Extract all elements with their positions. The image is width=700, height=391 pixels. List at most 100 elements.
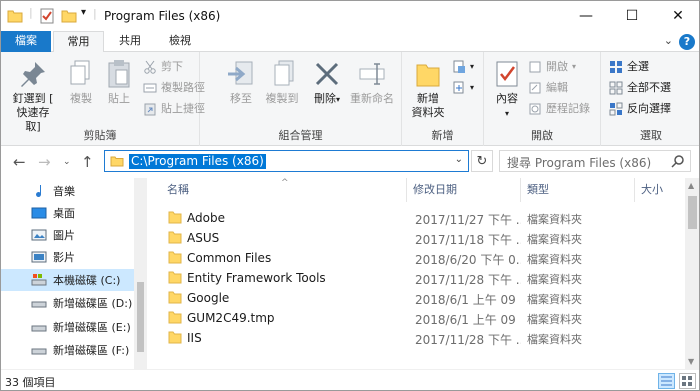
invert-selection-button[interactable]: 反向選擇	[609, 100, 671, 118]
paste-shortcut-button[interactable]: 貼上捷徑	[143, 100, 205, 118]
file-row[interactable]: Entity Framework Tools 2017/11/28 下午 ...…	[161, 268, 683, 288]
paste-button[interactable]: 貼上	[103, 58, 135, 106]
back-arrow-icon[interactable]: ←	[13, 153, 26, 171]
nav-item-local-disk-c[interactable]: 本機磁碟 (C:)	[1, 269, 135, 291]
open-label: 開啟	[546, 60, 568, 73]
pin-quick-access-button[interactable]: 釘選到 [ 快速存取]	[9, 58, 57, 134]
large-icons-view-icon[interactable]	[679, 373, 696, 389]
copy-path-button[interactable]: 複製路徑	[143, 79, 205, 97]
drive-icon	[31, 319, 47, 335]
open-icon	[528, 60, 542, 74]
file-row[interactable]: ASUS 2017/11/18 下午 ... 檔案資料夾	[161, 228, 683, 248]
tab-file[interactable]: 檔案	[1, 31, 51, 52]
nav-item-label: 桌面	[53, 207, 75, 220]
paste-icon	[103, 58, 135, 90]
pin-label-line1: 釘選到 [	[12, 92, 54, 105]
details-view-icon[interactable]	[658, 373, 675, 389]
properties-dropdown-icon[interactable]: ▾	[505, 109, 509, 118]
maximize-button[interactable]: ☐	[609, 1, 655, 31]
ribbon-expand-icon[interactable]: ⌄	[664, 34, 673, 47]
tab-share[interactable]: 共用	[107, 31, 153, 52]
folder-icon	[168, 271, 182, 287]
file-date: 2017/11/27 下午 ...	[415, 213, 521, 227]
help-icon[interactable]: ?	[679, 34, 695, 50]
column-header-name[interactable]: 名稱	[161, 178, 407, 202]
properties-check-icon	[490, 58, 524, 90]
cut-button[interactable]: 剪下	[143, 58, 183, 76]
column-header-date[interactable]: 修改日期	[407, 178, 521, 202]
copy-to-button[interactable]: 複製到	[262, 58, 302, 106]
new-folder-icon[interactable]	[61, 8, 77, 27]
tab-view[interactable]: 檢視	[157, 31, 203, 52]
nav-item-music[interactable]: 音樂	[1, 180, 135, 202]
file-type: 檔案資料夾	[527, 233, 582, 246]
file-row[interactable]: Adobe 2017/11/27 下午 ... 檔案資料夾	[161, 208, 683, 228]
open-button[interactable]: 開啟 ▾	[528, 58, 576, 76]
new-folder-icon	[408, 58, 448, 90]
column-header-size[interactable]: 大小	[635, 178, 685, 202]
address-bar[interactable]: C:\Program Files (x86) ⌄	[104, 150, 469, 172]
nav-item-pictures[interactable]: 圖片	[1, 224, 135, 246]
file-date: 2018/6/1 上午 09	[415, 293, 516, 307]
file-row[interactable]: GUM2C49.tmp 2018/6/1 上午 09 檔案資料夾	[161, 308, 683, 328]
file-list-scroll-thumb[interactable]	[688, 196, 697, 229]
file-date: 2018/6/20 下午 0...	[415, 253, 521, 267]
desktop-icon	[31, 205, 47, 221]
videos-icon	[31, 249, 47, 265]
history-button[interactable]: 歷程記錄	[528, 100, 590, 118]
forward-arrow-icon[interactable]: →	[38, 153, 51, 171]
file-type: 檔案資料夾	[527, 313, 582, 326]
copy-button[interactable]: 複製	[65, 58, 97, 106]
column-header-type[interactable]: 類型	[521, 178, 635, 202]
file-row[interactable]: IIS 2017/11/28 下午 ... 檔案資料夾	[161, 328, 683, 348]
easy-access-button[interactable]: ▾	[452, 79, 474, 97]
properties-icon[interactable]	[39, 8, 55, 27]
rename-button[interactable]: 重新命名	[346, 58, 398, 106]
select-group: 全選 全部不選 反向選擇 選取	[601, 52, 699, 146]
search-input[interactable]: 搜尋 Program Files (x86)	[507, 154, 651, 171]
minimize-button[interactable]: —	[563, 1, 609, 31]
file-row[interactable]: Common Files 2018/6/20 下午 0... 檔案資料夾	[161, 248, 683, 268]
nav-item-label: 新增磁碟區 (F:)	[53, 344, 130, 357]
edit-icon	[528, 81, 542, 95]
folder-icon	[110, 154, 124, 171]
scroll-up-icon[interactable]: ▲	[688, 181, 694, 190]
new-group-label: 新增	[431, 129, 454, 142]
nav-pane-scrollbar[interactable]	[134, 178, 147, 369]
scroll-down-icon[interactable]: ▼	[688, 357, 694, 366]
tab-home[interactable]: 常用	[53, 31, 104, 53]
history-label: 歷程記錄	[546, 102, 590, 115]
nav-item-videos[interactable]: 影片	[1, 246, 135, 268]
address-dropdown-icon[interactable]: ⌄	[455, 154, 463, 165]
nav-item-desktop[interactable]: 桌面	[1, 202, 135, 224]
file-list-scrollbar[interactable]: ▲ ▼	[685, 178, 699, 369]
refresh-button[interactable]: ↻	[471, 150, 493, 172]
move-to-button[interactable]: 移至	[224, 58, 258, 106]
move-to-label: 移至	[230, 92, 252, 105]
invert-selection-icon	[609, 102, 623, 116]
select-none-button[interactable]: 全部不選	[609, 79, 671, 97]
folder-icon[interactable]	[7, 8, 23, 27]
copy-to-label: 複製到	[265, 92, 299, 105]
search-box[interactable]: 搜尋 Program Files (x86)	[499, 150, 691, 172]
delete-dropdown-icon[interactable]: ▾	[336, 95, 340, 104]
new-folder-button[interactable]: 新增 資料夾	[408, 58, 448, 120]
customize-toolbar-icon[interactable]: ▾	[81, 7, 86, 18]
address-path[interactable]: C:\Program Files (x86)	[129, 154, 266, 169]
copy-path-icon	[143, 81, 157, 95]
nav-item-drive-e[interactable]: 新增磁碟區 (E:)	[1, 316, 135, 338]
up-arrow-icon[interactable]: ↑	[81, 153, 94, 171]
new-item-button[interactable]: ▾	[452, 58, 474, 76]
select-all-button[interactable]: 全選	[609, 58, 649, 76]
separator: |	[93, 7, 97, 20]
file-row[interactable]: Google 2018/6/1 上午 09 檔案資料夾	[161, 288, 683, 308]
nav-item-drive-d[interactable]: 新增磁碟區 (D:)	[1, 292, 135, 314]
properties-button[interactable]: 內容 ▾	[490, 58, 524, 121]
edit-button[interactable]: 編輯	[528, 79, 568, 97]
recent-locations-icon[interactable]: ⌄	[63, 157, 71, 167]
close-button[interactable]: ✕	[655, 1, 699, 31]
nav-pane-scroll-thumb[interactable]	[137, 282, 144, 352]
delete-button[interactable]: 刪除▾	[312, 58, 342, 107]
nav-item-drive-f[interactable]: 新增磁碟區 (F:)	[1, 339, 135, 361]
easy-access-dropdown-icon: ▾	[470, 83, 475, 92]
